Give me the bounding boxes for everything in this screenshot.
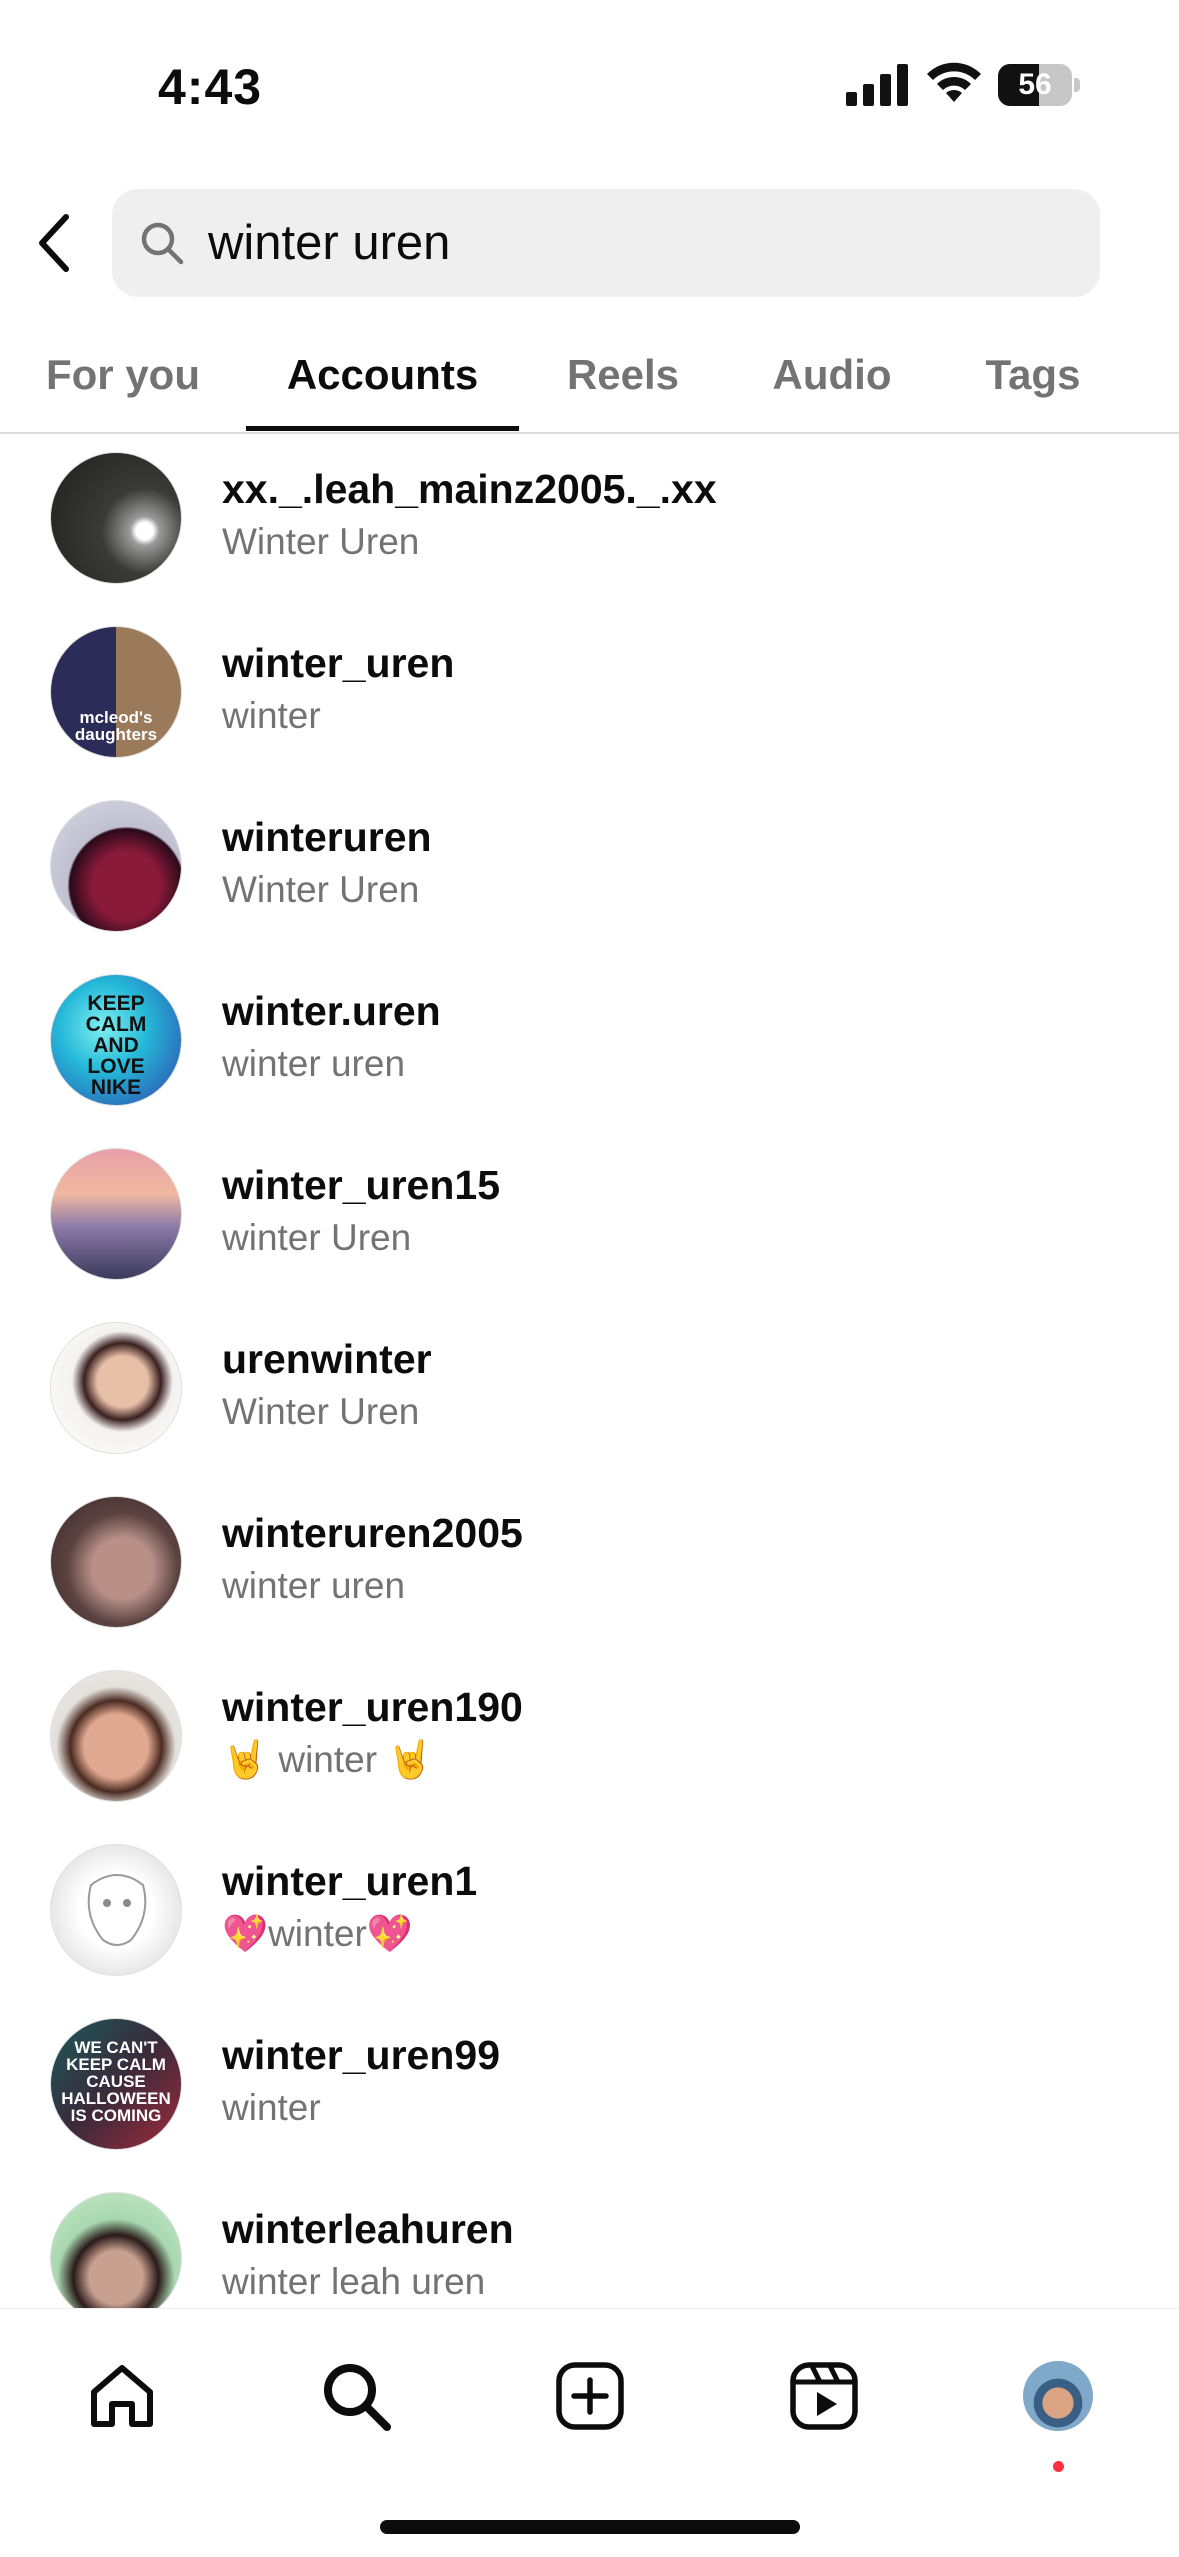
profile-avatar <box>1023 2361 1093 2431</box>
sketch-drawing-icon <box>87 1874 147 1946</box>
list-item[interactable]: winteruren Winter Uren <box>0 782 1179 956</box>
home-icon <box>91 2365 153 2427</box>
result-full-name: Winter Uren <box>222 1391 420 1432</box>
result-username: winter.uren <box>222 988 441 1034</box>
avatar[interactable] <box>50 1844 182 1976</box>
result-full-name: winter Uren <box>222 1217 412 1258</box>
list-item[interactable]: urenwinter Winter Uren <box>0 1304 1179 1478</box>
avatar[interactable] <box>50 1322 182 1454</box>
avatar-caption: mcleod's daughters <box>74 708 158 744</box>
list-item[interactable]: winter_uren15 winter Uren <box>0 1130 1179 1304</box>
nav-search-button[interactable] <box>311 2351 401 2441</box>
result-username: winter_uren15 <box>222 1162 500 1208</box>
avatar[interactable] <box>50 452 182 584</box>
avatar-caption: KEEP CALM AND LOVE NIKE <box>85 992 147 1099</box>
result-username: winter_uren99 <box>222 2032 500 2078</box>
result-username: winteruren <box>222 814 432 860</box>
avatar[interactable]: mcleod's daughters <box>50 626 182 758</box>
result-full-name: 🤘 winter 🤘 <box>222 1739 434 1780</box>
search-icon <box>324 2364 391 2431</box>
nav-profile-button[interactable] <box>1013 2351 1103 2441</box>
list-item[interactable]: WE CAN'T KEEP CALM CAUSE HALLOWEEN IS COMING… <box>0 2000 1179 2174</box>
result-full-name: Winter Uren <box>222 869 420 910</box>
result-full-name: winter <box>222 695 321 736</box>
result-username: winter_uren <box>222 640 455 686</box>
list-item[interactable]: winter_uren190 🤘 winter 🤘 <box>0 1652 1179 1826</box>
search-query[interactable]: winter uren <box>208 189 450 297</box>
list-item[interactable]: mcleod's daughters winter_uren winter <box>0 608 1179 782</box>
list-item[interactable]: xx._.leah_mainz2005._.xx Winter Uren <box>0 434 1179 608</box>
list-item[interactable]: winteruren2005 winter uren <box>0 1478 1179 1652</box>
status-bar: 4:43 56 <box>0 0 1179 170</box>
list-item[interactable]: winter_uren1 💖winter💖 <box>0 1826 1179 2000</box>
back-button[interactable] <box>24 208 84 278</box>
result-full-name: winter <box>222 2087 321 2128</box>
search-input[interactable]: winter uren <box>112 189 1100 297</box>
tab-reels[interactable]: Reels <box>540 320 706 430</box>
avatar[interactable] <box>50 1496 182 1628</box>
account-results-list: xx._.leah_mainz2005._.xx Winter Uren mcl… <box>0 434 1179 2308</box>
nav-home-button[interactable] <box>77 2351 167 2441</box>
result-username: winterleahuren <box>222 2206 514 2252</box>
tab-tags[interactable]: Tags <box>958 320 1108 430</box>
result-full-name: winter uren <box>222 1043 406 1084</box>
search-icon <box>141 222 184 265</box>
result-full-name: winter leah uren <box>222 2261 486 2302</box>
result-full-name: 💖winter💖 <box>222 1913 413 1954</box>
plus-square-icon <box>556 2362 624 2430</box>
tab-accounts[interactable]: Accounts <box>246 320 519 430</box>
avatar[interactable] <box>50 1148 182 1280</box>
result-full-name: winter uren <box>222 1565 406 1606</box>
result-username: urenwinter <box>222 1336 432 1382</box>
avatar[interactable] <box>50 1670 182 1802</box>
list-item[interactable]: KEEP CALM AND LOVE NIKE winter.uren winter u… <box>0 956 1179 1130</box>
nav-create-button[interactable] <box>545 2351 635 2441</box>
result-username: winter_uren190 <box>222 1684 523 1730</box>
result-username: winteruren2005 <box>222 1510 523 1556</box>
notification-dot <box>1053 2461 1064 2472</box>
avatar[interactable] <box>50 2192 182 2308</box>
avatar[interactable]: KEEP CALM AND LOVE NIKE <box>50 974 182 1106</box>
home-indicator[interactable] <box>380 2520 800 2534</box>
battery-indicator: 56 <box>998 64 1080 106</box>
cellular-signal-icon <box>846 64 908 106</box>
chevron-left-icon <box>39 214 69 272</box>
status-time: 4:43 <box>158 59 263 115</box>
result-username: xx._.leah_mainz2005._.xx <box>222 466 717 512</box>
battery-percent: 56 <box>1018 68 1052 101</box>
avatar[interactable]: WE CAN'T KEEP CALM CAUSE HALLOWEEN IS COMING <box>50 2018 182 2150</box>
reels-icon <box>790 2362 858 2430</box>
active-tab-indicator <box>246 426 519 431</box>
result-full-name: Winter Uren <box>222 521 420 562</box>
search-tabs: For you Accounts Reels Audio Tags <box>0 320 1179 434</box>
wifi-icon <box>927 62 981 102</box>
result-username: winter_uren1 <box>222 1858 478 1904</box>
nav-reels-button[interactable] <box>779 2351 869 2441</box>
list-item[interactable]: winterleahuren winter leah uren <box>0 2174 1179 2308</box>
avatar-caption: WE CAN'T KEEP CALM CAUSE HALLOWEEN IS COMING <box>61 2038 171 2125</box>
avatar[interactable] <box>50 800 182 932</box>
tab-audio[interactable]: Audio <box>746 320 918 430</box>
tab-for-you[interactable]: For you <box>20 320 226 430</box>
